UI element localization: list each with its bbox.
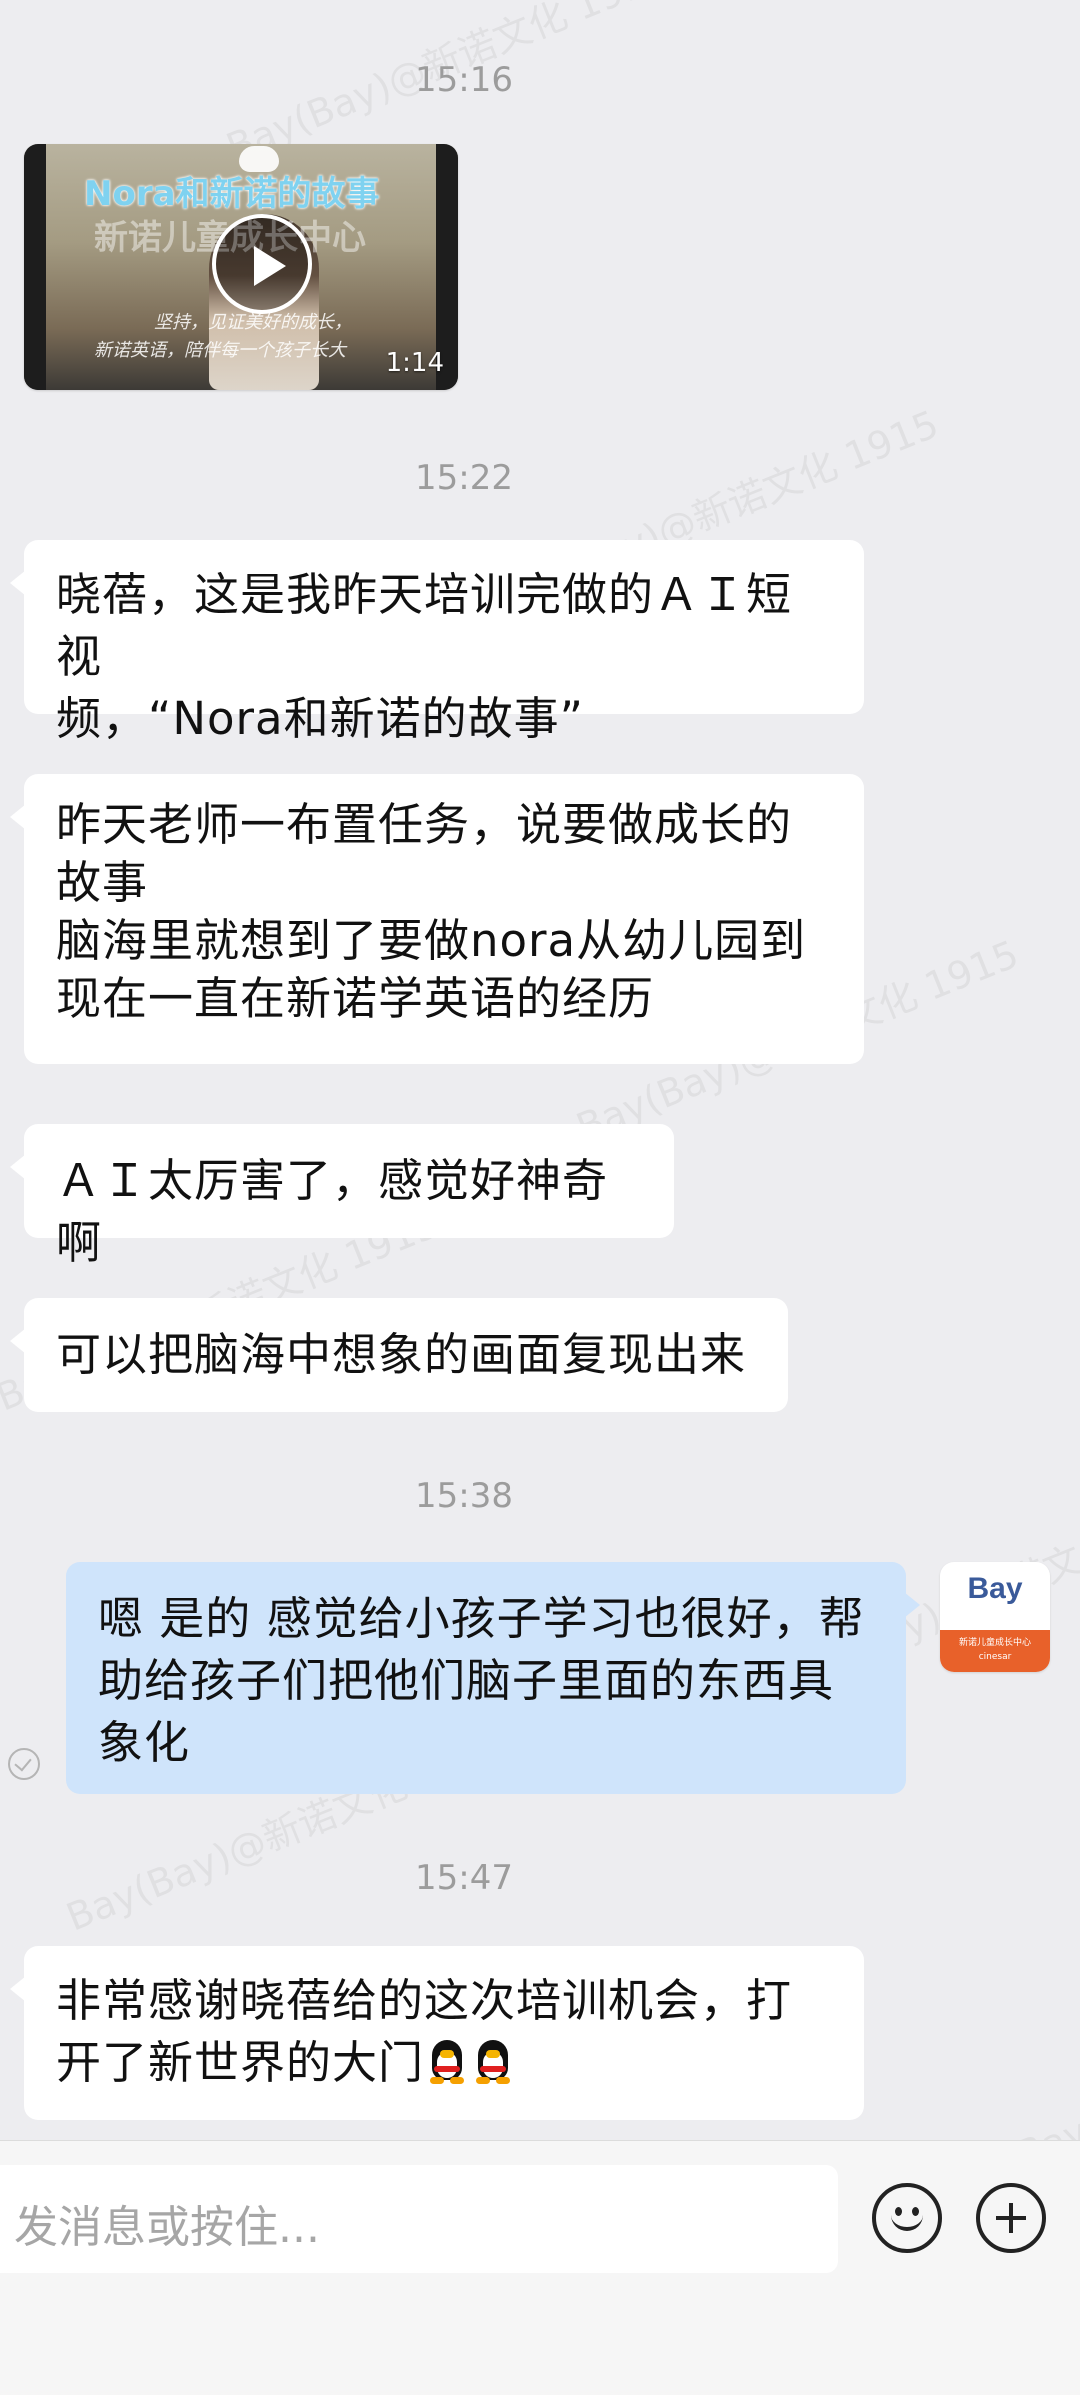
message-line: 开了新世界的大门 (56, 2036, 425, 2089)
video-caption: 坚持，见证美好的成长， 新诺英语，陪伴每一个孩子长大 (94, 309, 352, 365)
play-icon[interactable] (212, 214, 312, 314)
avatar-brand: Bay (967, 1572, 1023, 1605)
message-bubble[interactable]: 昨天老师一布置任务，说要做成长的 故事 脑海里就想到了要做nora从幼儿园到 现… (10, 774, 864, 1064)
video-duration: 1:14 (385, 348, 444, 378)
avatar-band: 新诺儿童成长中心 cinesar (940, 1630, 1050, 1672)
message-line: 助给孩子们把他们脑子里面的东西具 (98, 1654, 835, 1707)
video-message[interactable]: Nora和新诺的故事 新诺儿童成长中心 坚持，见证美好的成长， 新诺英语，陪伴每… (24, 144, 458, 390)
message-line: 昨天老师一布置任务，说要做成长的 (56, 798, 793, 851)
message-line: 嗯 是的 感觉给小孩子学习也很好，帮 (98, 1592, 865, 1645)
read-status-icon (8, 1748, 40, 1780)
message-line: 现在一直在新诺学英语的经历 (56, 972, 655, 1025)
message-line: 非常感谢晓蓓给的这次培训机会，打 (56, 1974, 793, 2027)
video-caption-line: 坚持，见证美好的成长， (154, 312, 352, 333)
avatar-tagline: 新诺儿童成长中心 (958, 1638, 1031, 1648)
message-line: 晓蓓，这是我昨天培训完做的ＡＩ短视 (56, 568, 793, 683)
message-line: 故事 (56, 856, 149, 909)
message-bubble-sent[interactable]: 嗯 是的 感觉给小孩子学习也很好，帮 助给孩子们把他们脑子里面的东西具 象化 (66, 1562, 920, 1794)
message-bubble[interactable]: 非常感谢晓蓓给的这次培训机会，打 开了新世界的大门 (10, 1946, 864, 2120)
plus-icon[interactable] (976, 2183, 1046, 2253)
input-bar: 发消息或按住... (0, 2140, 1080, 2395)
message-bubble[interactable]: 晓蓓，这是我昨天培训完做的ＡＩ短视 频，“Nora和新诺的故事” (10, 540, 864, 745)
message-line: 可以把脑海中想象的画面复现出来 (56, 1328, 747, 1381)
timestamp: 15:22 (415, 458, 513, 498)
message-input[interactable]: 发消息或按住... (0, 2165, 838, 2273)
video-title: Nora和新诺的故事 (84, 174, 380, 214)
timestamp: 15:47 (415, 1858, 513, 1898)
avatar[interactable]: Bay 新诺儿童成长中心 cinesar (940, 1562, 1050, 1672)
timestamp: 15:16 (415, 60, 513, 100)
message-line: 脑海里就想到了要做nora从幼儿园到 (56, 914, 807, 967)
video-caption-line: 新诺英语，陪伴每一个孩子长大 (94, 340, 346, 361)
message-line: 象化 (98, 1716, 191, 1769)
penguin-icon (470, 2038, 516, 2084)
message-line-with-emoji: 开了新世界的大门 (56, 2032, 832, 2094)
timestamp: 15:38 (415, 1476, 513, 1516)
message-bubble[interactable]: 可以把脑海中想象的画面复现出来 (10, 1298, 788, 1412)
message-input-placeholder: 发消息或按住... (14, 2202, 320, 2253)
message-line: ＡＩ太厉害了，感觉好神奇啊 (56, 1154, 609, 1269)
message-bubble[interactable]: ＡＩ太厉害了，感觉好神奇啊 (10, 1124, 674, 1269)
message-line: 频，“Nora和新诺的故事” (56, 692, 584, 745)
avatar-sub: cinesar (978, 1652, 1012, 1662)
smile-icon[interactable] (872, 2183, 942, 2253)
film-strip-left (24, 144, 46, 390)
penguin-icon (424, 2038, 470, 2084)
